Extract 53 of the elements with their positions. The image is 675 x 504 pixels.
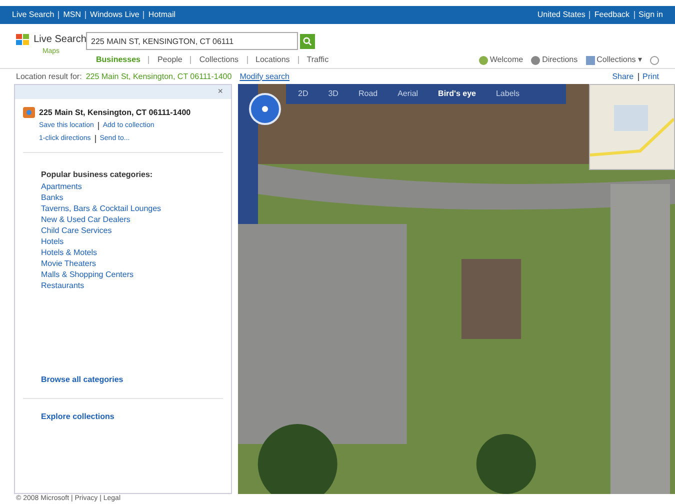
pin-icon <box>23 107 35 119</box>
category-link[interactable]: Movie Theaters <box>41 258 231 269</box>
nav-link[interactable]: Windows Live <box>90 9 140 21</box>
map-mode-button[interactable]: Aerial <box>394 88 422 100</box>
search-tab[interactable]: Businesses <box>92 54 144 66</box>
nav-link[interactable]: MSN <box>63 9 82 21</box>
toolbar-icon <box>586 56 595 64</box>
category-link[interactable]: Hotels & Motels <box>41 247 231 258</box>
aerial-map[interactable]: 2D 3D Road Aerial Bird's eye Labels <box>238 84 675 494</box>
map-mode-button[interactable]: 3D <box>324 88 342 100</box>
category-link[interactable]: Restaurants <box>41 280 231 291</box>
map-mode-button[interactable]: Road <box>354 88 382 100</box>
map-mode-button[interactable]: Bird's eye <box>434 88 480 100</box>
logo-text: Live Search <box>34 33 86 47</box>
toolbar-link[interactable]: Welcome <box>478 54 524 66</box>
search-tab[interactable]: Locations <box>252 54 294 66</box>
category-link[interactable]: Malls & Shopping Centers <box>41 269 231 280</box>
nav-link[interactable]: Print <box>642 70 659 82</box>
search-button[interactable] <box>300 34 315 48</box>
map-mode-button[interactable]: 2D <box>294 88 312 100</box>
toolbar-icon <box>531 56 540 64</box>
nav-link[interactable]: Share <box>612 70 634 82</box>
category-link[interactable]: Child Care Services <box>41 225 231 236</box>
category-link[interactable]: Hotels <box>41 236 231 247</box>
close-button[interactable]: × <box>218 85 223 99</box>
nav-link[interactable]: Feedback <box>594 9 630 21</box>
category-link[interactable]: New & Used Car Dealers <box>41 214 231 225</box>
category-link[interactable]: Banks <box>41 192 231 203</box>
explore-link[interactable]: Explore collections <box>15 399 231 423</box>
browse-link[interactable]: Browse all categories <box>15 374 231 398</box>
logo-icon <box>16 34 30 46</box>
map-mode-button[interactable]: Labels <box>492 88 524 100</box>
nav-link[interactable]: Live Search <box>12 9 54 21</box>
search-icon <box>303 36 312 46</box>
search-tab[interactable]: People <box>153 54 186 66</box>
modify-search-link[interactable]: Modify search <box>240 70 290 82</box>
categories-heading: Popular business categories: <box>41 169 154 180</box>
category-link[interactable]: Taverns, Bars & Cocktail Lounges <box>41 203 231 214</box>
search-field[interactable]: 225 MAIN ST, KENSINGTON, CT 06111 <box>86 32 298 50</box>
search-tab[interactable]: Collections <box>195 54 243 66</box>
nav-link[interactable]: Hotmail <box>148 9 176 21</box>
search-tab[interactable]: Traffic <box>302 54 333 66</box>
nav-link[interactable]: United States <box>537 9 586 21</box>
location-label: Location result for: <box>16 70 82 82</box>
category-link[interactable]: Apartments <box>41 181 231 192</box>
toolbar-icon <box>478 56 488 64</box>
toolbar-link[interactable]: Collections ▾ <box>586 54 642 66</box>
result-title: 225 Main St, Kensington, CT 06111-1400 <box>39 107 191 119</box>
toolbar-link[interactable]: Directions <box>531 54 578 66</box>
compass-icon[interactable] <box>248 92 282 126</box>
location-address: 225 Main St, Kensington, CT 06111-1400 <box>86 70 232 82</box>
help-icon[interactable] <box>650 56 659 64</box>
nav-link[interactable]: Sign in <box>638 9 663 21</box>
